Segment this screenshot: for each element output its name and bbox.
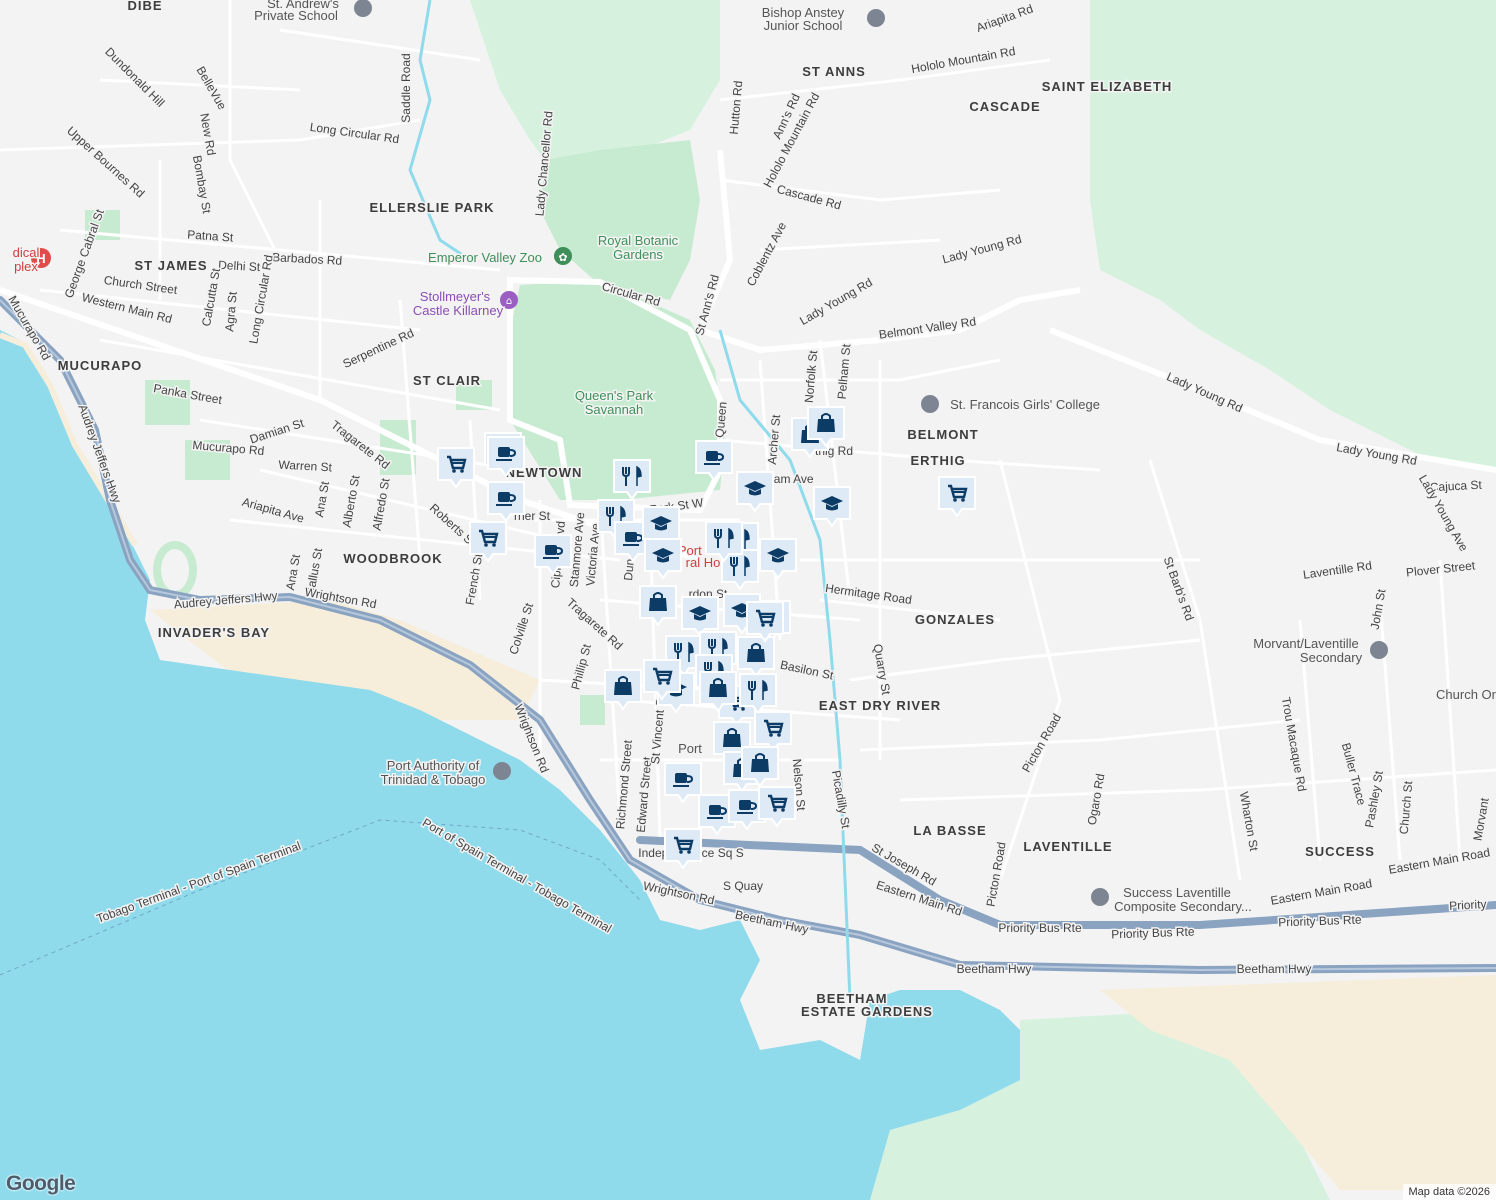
poi-label-morvant-2: Secondary bbox=[1300, 650, 1363, 665]
road-label-warren-st: Warren St bbox=[278, 458, 333, 475]
road-label-priority-4: Priority bbox=[1449, 897, 1487, 913]
poi-label-queens-park-2: Savannah bbox=[585, 402, 644, 417]
poi-label-success-lav: Success Laventille bbox=[1123, 885, 1231, 900]
neighborhood-label-gonzales: GONZALES bbox=[915, 612, 995, 627]
map-attribution[interactable]: Map data ©2026 bbox=[1402, 1184, 1496, 1200]
poi-label-emperor-zoo: Emperor Valley Zoo bbox=[428, 250, 542, 265]
neighborhood-label-east-dry-river: EAST DRY RIVER bbox=[819, 698, 941, 713]
svg-text:⌂: ⌂ bbox=[506, 296, 512, 307]
neighborhood-label-st-clair: ST CLAIR bbox=[413, 373, 481, 388]
poi-label-medical-2: plex bbox=[14, 259, 38, 274]
poi-label-port-of-spain: Port bbox=[678, 741, 702, 756]
poi-label-royal-botanic: Royal Botanic bbox=[598, 233, 679, 248]
neighborhood-label-cascade: CASCADE bbox=[969, 99, 1040, 114]
poi-label-st-francois: St. Francois Girls' College bbox=[950, 397, 1100, 412]
road-label-priority-bus-rte: Priority Bus Rte bbox=[998, 921, 1082, 935]
poi-label-ral-ho: ral Ho bbox=[686, 555, 721, 570]
neighborhood-label-st-anns: ST ANNS bbox=[802, 64, 866, 79]
road-label-priority-bus-rte-3: Priority Bus Rte bbox=[1278, 913, 1362, 930]
poi-label-church-or: Church Or bbox=[1436, 687, 1496, 702]
road-label-priority-bus-rte-2: Priority Bus Rte bbox=[1111, 925, 1195, 942]
poi-label-royal-botanic-2: Gardens bbox=[613, 247, 663, 262]
neighborhood-label-st-james: ST JAMES bbox=[134, 258, 207, 273]
road-label-beetham-hwy-2: Beetham Hwy bbox=[957, 962, 1032, 976]
svg-text:✿: ✿ bbox=[558, 251, 567, 264]
poi-label-morvant: Morvant/Laventille bbox=[1253, 636, 1359, 651]
poi-label-stollmeyers-2: Castle Killarney bbox=[413, 303, 504, 318]
neighborhood-label-laventille: LAVENTILLE bbox=[1023, 839, 1112, 854]
poi-label-port-authority-2: Trinidad & Tobago bbox=[381, 772, 486, 787]
poi-label-st-andrews-2: Private School bbox=[254, 8, 338, 23]
map-canvas[interactable]: H ✿ ⌂ DIBEST ANNSCASCADESAINT ELIZABETHE… bbox=[0, 0, 1496, 1200]
poi-label-medical: dical bbox=[13, 245, 40, 260]
road-label-s-quay: S Quay bbox=[723, 879, 763, 893]
park-lord-harris bbox=[580, 695, 605, 725]
google-logo: Google bbox=[6, 1172, 76, 1195]
neighborhood-label-la-basse: LA BASSE bbox=[913, 823, 986, 838]
poi-label-queens-park: Queen's Park bbox=[575, 388, 654, 403]
poi-label-stollmeyers: Stollmeyer's bbox=[420, 289, 491, 304]
road-label-delhi-st: Delhi St bbox=[218, 258, 261, 274]
neighborhood-label-dibe: DIBE bbox=[127, 0, 162, 13]
neighborhood-label-saint-elizabeth: SAINT ELIZABETH bbox=[1042, 79, 1173, 94]
neighborhood-label-erthig: ERTHIG bbox=[910, 453, 965, 468]
neighborhood-label-estate-gardens: ESTATE GARDENS bbox=[801, 1004, 933, 1019]
road-label-beetham-hwy-3: Beetham Hwy bbox=[1237, 962, 1312, 976]
neighborhood-label-success: SUCCESS bbox=[1305, 844, 1375, 859]
neighborhood-label-invaders-bay: INVADER'S BAY bbox=[158, 625, 270, 640]
neighborhood-label-belmont: BELMONT bbox=[907, 427, 978, 442]
road-label-saddle-road: Saddle Road bbox=[399, 53, 413, 122]
poi-label-success-lav-2: Composite Secondary... bbox=[1114, 899, 1252, 914]
neighborhood-label-woodbrook: WOODBROOK bbox=[343, 551, 442, 566]
poi-label-port-authority: Port Authority of bbox=[387, 758, 480, 773]
road-label-dundonald-st: Dun bbox=[621, 558, 637, 581]
neighborhood-label-mucurapo: MUCURAPO bbox=[58, 358, 143, 373]
zoo-icon[interactable]: ✿ bbox=[554, 247, 572, 265]
poi-label-bishop-anstey-2: Junior School bbox=[764, 18, 843, 33]
neighborhood-label-ellerslie-park: ELLERSLIE PARK bbox=[370, 200, 495, 215]
